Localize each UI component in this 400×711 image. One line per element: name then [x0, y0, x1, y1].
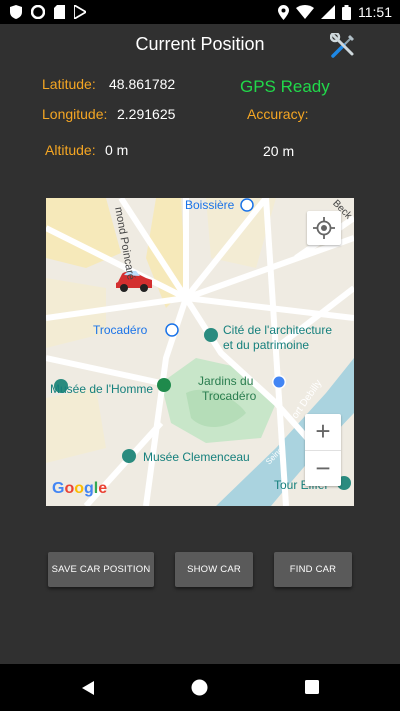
- circle-status-icon: [31, 5, 45, 19]
- wifi-icon: [296, 5, 314, 19]
- clock: 11:51: [358, 4, 392, 20]
- save-car-position-button[interactable]: SAVE CAR POSITION: [48, 552, 154, 587]
- zoom-in-button[interactable]: +: [305, 414, 341, 450]
- my-location-button[interactable]: [307, 211, 341, 245]
- longitude-value: 2.291625: [117, 106, 176, 122]
- map-label-cite2: et du patrimoine: [223, 338, 310, 352]
- map-label-jardins2: Trocadéro: [202, 389, 257, 403]
- recents-icon[interactable]: [305, 680, 319, 694]
- find-car-button[interactable]: FIND CAR: [274, 552, 352, 587]
- signal-icon: [321, 5, 335, 19]
- map-label-boissiere: Boissière: [185, 198, 235, 212]
- zoom-controls: + −: [305, 414, 341, 486]
- map-label-cite: Cité de l'architecture: [223, 323, 333, 337]
- longitude-label: Longitude:: [42, 106, 108, 122]
- back-icon[interactable]: [80, 680, 96, 696]
- wrench-screwdriver-icon[interactable]: [330, 33, 356, 59]
- map-label-musee-homme: Musée de l'Homme: [50, 382, 153, 396]
- sd-card-icon: [54, 5, 65, 19]
- map-label-jardins: Jardins du: [198, 374, 254, 388]
- gps-status: GPS Ready: [240, 77, 330, 96]
- navigation-bar: [0, 664, 400, 711]
- altitude-value: 0 m: [105, 142, 129, 158]
- latitude-label: Latitude:: [42, 76, 96, 92]
- show-car-button[interactable]: SHOW CAR: [175, 552, 253, 587]
- shield-icon: [10, 5, 22, 19]
- altitude-label: Altitude:: [45, 142, 96, 158]
- battery-icon: [342, 4, 351, 20]
- map-label-trocadero: Trocadéro: [93, 323, 148, 337]
- latitude-value: 48.861782: [109, 76, 176, 92]
- location-icon: [278, 4, 289, 20]
- accuracy-value: 20 m: [263, 143, 295, 159]
- zoom-out-button[interactable]: −: [305, 450, 341, 487]
- google-logo: Google: [52, 480, 108, 497]
- map-label-musee-clemenceau: Musée Clemenceau: [143, 450, 250, 464]
- play-store-icon: [74, 5, 86, 19]
- accuracy-label: Accuracy:: [247, 106, 309, 122]
- status-bar: 11:51: [0, 0, 400, 24]
- map-view[interactable]: Boissière mond Poincaré Beck Trocadéro C…: [46, 198, 354, 506]
- home-icon[interactable]: [191, 679, 208, 696]
- crosshair-icon: [313, 217, 335, 239]
